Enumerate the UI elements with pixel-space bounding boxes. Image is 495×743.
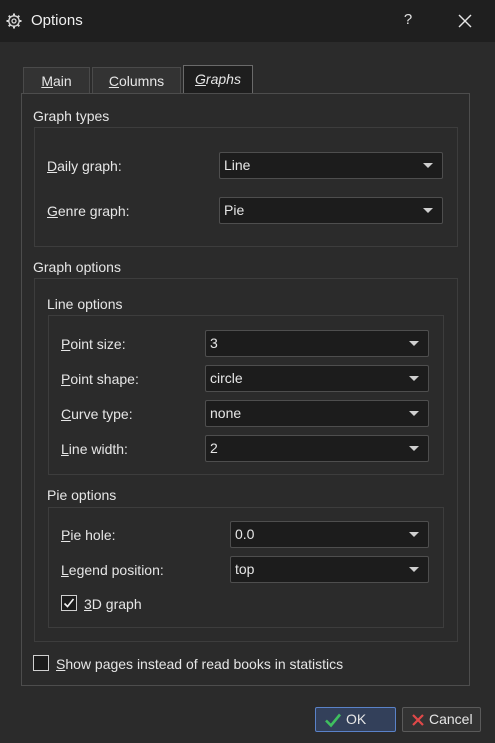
genre-graph-select[interactable]: Pie xyxy=(219,197,443,224)
daily-graph-label-text: aily graph: xyxy=(57,158,122,174)
ok-button[interactable]: OK xyxy=(315,707,396,732)
chevron-down-icon xyxy=(409,446,419,451)
genre-graph-value: Pie xyxy=(224,202,245,218)
chevron-down-icon xyxy=(409,532,419,537)
pie-options-title: Pie options xyxy=(47,487,117,503)
gear-icon xyxy=(6,13,22,29)
point-shape-select[interactable]: circle xyxy=(205,365,429,392)
tab-columns-mnemonic: C xyxy=(108,73,119,89)
line-options-title: Line options xyxy=(47,296,123,312)
point-size-mnemonic: P xyxy=(61,336,71,352)
ok-label: OK xyxy=(346,711,367,727)
daily-graph-value: Line xyxy=(224,157,251,173)
show-pages-checkbox[interactable] xyxy=(33,655,49,671)
legend-position-select[interactable]: top xyxy=(230,556,429,583)
line-width-label-text: ine width: xyxy=(68,441,128,457)
point-size-value: 3 xyxy=(210,335,218,351)
curve-type-label: Curve type: xyxy=(61,406,133,422)
legend-position-label: Legend position: xyxy=(61,562,164,578)
title-bar: Options ? xyxy=(0,0,495,42)
chevron-down-icon xyxy=(409,411,419,416)
tab-graphs-label: raphs xyxy=(205,71,241,87)
chevron-down-icon xyxy=(423,208,433,213)
cancel-x-icon xyxy=(412,714,424,726)
daily-graph-select[interactable]: Line xyxy=(219,152,443,179)
window-title: Options xyxy=(31,12,83,29)
pie-hole-mnemonic: P xyxy=(61,527,71,543)
tab-graphs[interactable]: Graphs xyxy=(183,65,253,94)
graph-types-title: Graph types xyxy=(33,108,110,124)
close-icon[interactable] xyxy=(456,12,474,30)
legend-position-label-text: egend position: xyxy=(68,562,164,578)
point-shape-label-text: oint shape: xyxy=(70,371,139,387)
pie-hole-value: 0.0 xyxy=(235,526,255,542)
tab-columns[interactable]: Columns xyxy=(92,67,181,93)
chevron-down-icon xyxy=(409,567,419,572)
daily-graph-mnemonic: D xyxy=(47,158,58,174)
graph-3d-mnemonic: 3 xyxy=(84,596,92,612)
graph-types-group xyxy=(34,127,458,247)
chevron-down-icon xyxy=(423,163,433,168)
chevron-down-icon xyxy=(409,341,419,346)
chevron-down-icon xyxy=(409,376,419,381)
cancel-label: Cancel xyxy=(429,711,473,727)
line-width-select[interactable]: 2 xyxy=(205,435,429,462)
genre-graph-mnemonic: G xyxy=(47,203,58,219)
tab-main[interactable]: Main xyxy=(23,67,90,93)
point-size-select[interactable]: 3 xyxy=(205,330,429,357)
graph-3d-checkbox[interactable] xyxy=(61,595,77,611)
curve-type-label-text: urve type: xyxy=(71,406,133,422)
tab-graphs-mnemonic: G xyxy=(195,71,206,87)
check-icon xyxy=(63,598,75,608)
daily-graph-label: Daily graph: xyxy=(47,158,122,174)
point-shape-mnemonic: P xyxy=(61,371,71,387)
point-size-label-text: oint size: xyxy=(70,336,126,352)
graph-3d-label-text: D graph xyxy=(91,596,142,612)
show-pages-mnemonic: S xyxy=(56,656,66,672)
point-shape-label: Point shape: xyxy=(61,371,139,387)
pie-hole-label: Pie hole: xyxy=(61,527,116,543)
legend-position-mnemonic: L xyxy=(61,562,69,578)
pie-hole-select[interactable]: 0.0 xyxy=(230,521,429,548)
checkmark-icon xyxy=(325,713,342,728)
tab-columns-label: olumns xyxy=(118,73,165,89)
curve-type-value: none xyxy=(210,405,242,421)
legend-position-value: top xyxy=(235,561,255,577)
point-size-label: Point size: xyxy=(61,336,126,352)
genre-graph-label-text: enre graph: xyxy=(57,203,130,219)
cancel-button[interactable]: Cancel xyxy=(402,707,481,732)
line-width-label: Line width: xyxy=(61,441,128,457)
help-button[interactable]: ? xyxy=(398,11,418,31)
graph-3d-label[interactable]: 3D graph xyxy=(84,596,142,612)
curve-type-select[interactable]: none xyxy=(205,400,429,427)
show-pages-label-text: how pages instead of read books in stati… xyxy=(65,656,344,672)
pie-hole-label-text: ie hole: xyxy=(70,527,116,543)
genre-graph-label: Genre graph: xyxy=(47,203,130,219)
show-pages-label[interactable]: Show pages instead of read books in stat… xyxy=(56,656,343,672)
line-width-value: 2 xyxy=(210,440,218,456)
point-shape-value: circle xyxy=(210,370,243,386)
tab-main-mnemonic: M xyxy=(41,73,53,89)
line-width-mnemonic: L xyxy=(61,441,69,457)
tab-main-label: ain xyxy=(52,73,72,89)
curve-type-mnemonic: C xyxy=(61,406,72,422)
graph-options-title: Graph options xyxy=(33,259,121,275)
